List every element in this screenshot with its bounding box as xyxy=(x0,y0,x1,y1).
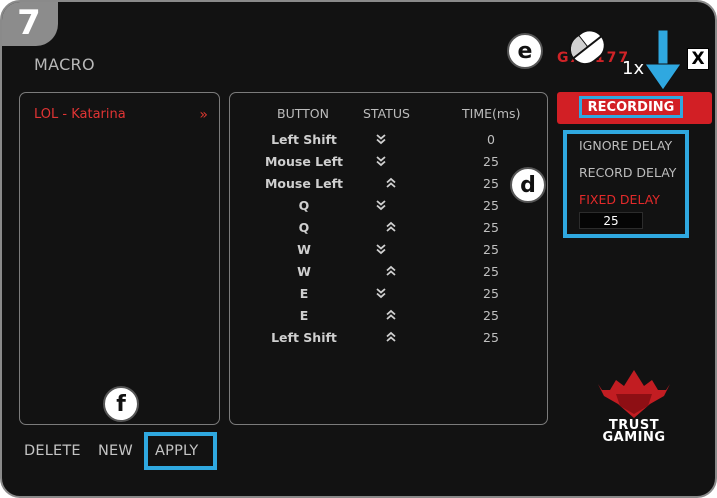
double-chevron-down-icon xyxy=(375,287,387,299)
record-delay-option[interactable]: RECORD DELAY xyxy=(579,165,676,180)
fixed-delay-input[interactable]: 25 xyxy=(579,212,643,229)
callout-badge-f: f xyxy=(103,386,139,422)
step-button: E xyxy=(299,286,309,301)
step-time: 25 xyxy=(483,308,499,323)
step-time: 25 xyxy=(483,220,499,235)
new-button[interactable]: NEW xyxy=(98,443,133,459)
recording-button[interactable]: RECORDING xyxy=(557,92,712,124)
column-header-button: BUTTON xyxy=(277,106,329,121)
step-time: 25 xyxy=(483,154,499,169)
step-button: Left Shift xyxy=(271,330,337,345)
macro-steps-panel: BUTTON STATUS TIME(ms) Left Shift 0 Mouse … xyxy=(229,92,548,425)
delay-options-group: IGNORE DELAY RECORD DELAY FIXED DELAY 25 xyxy=(563,130,689,238)
step-time: 25 xyxy=(483,330,499,345)
step-button: Mouse Left xyxy=(264,154,344,169)
step-button: E xyxy=(299,308,309,323)
macro-window: 7 MACRO LOL - Katarina » BUTTON STATUS T… xyxy=(0,0,717,498)
double-chevron-up-icon xyxy=(385,309,397,321)
mouse-icon xyxy=(560,26,616,70)
double-chevron-up-icon xyxy=(385,221,397,233)
step-time: 25 xyxy=(483,198,499,213)
ignore-delay-option[interactable]: IGNORE DELAY xyxy=(579,138,672,153)
double-chevron-down-icon xyxy=(375,243,387,255)
step-button: Left Shift xyxy=(271,132,337,147)
step-button: W xyxy=(297,264,311,279)
fixed-delay-option[interactable]: FIXED DELAY xyxy=(579,192,660,207)
double-chevron-down-icon xyxy=(375,133,387,145)
step-button: Q xyxy=(298,220,310,235)
macro-name: LOL - Katarina xyxy=(34,107,126,122)
double-chevron-right-icon: » xyxy=(199,107,208,123)
step-button: Mouse Left xyxy=(264,176,344,191)
trust-gaming-logo: TRUST GAMING xyxy=(574,360,694,450)
page-title: MACRO xyxy=(34,55,95,74)
page-number-tab: 7 xyxy=(2,2,58,46)
click-count-label: 1x xyxy=(622,58,645,79)
close-button[interactable]: X xyxy=(687,48,709,70)
callout-badge-e: e xyxy=(507,33,543,69)
double-chevron-up-icon xyxy=(385,265,397,277)
macro-list-item[interactable]: LOL - Katarina » xyxy=(34,107,208,123)
double-chevron-down-icon xyxy=(375,155,387,167)
step-time: 0 xyxy=(487,132,495,147)
step-time: 25 xyxy=(483,242,499,257)
apply-button[interactable]: APPLY xyxy=(155,443,198,459)
recording-label: RECORDING xyxy=(579,96,683,118)
step-button: W xyxy=(297,242,311,257)
double-chevron-up-icon xyxy=(385,177,397,189)
arrow-down-icon xyxy=(643,29,683,92)
step-time: 25 xyxy=(483,286,499,301)
macro-list-panel: LOL - Katarina » xyxy=(19,92,220,425)
step-time: 25 xyxy=(483,176,499,191)
callout-badge-d: d xyxy=(510,167,546,203)
page-number: 7 xyxy=(17,3,41,43)
column-header-status: STATUS xyxy=(363,106,410,121)
double-chevron-down-icon xyxy=(375,199,387,211)
delete-button[interactable]: DELETE xyxy=(24,443,81,459)
step-button: Q xyxy=(298,198,310,213)
step-time: 25 xyxy=(483,264,499,279)
column-header-time: TIME(ms) xyxy=(462,106,521,121)
double-chevron-up-icon xyxy=(385,331,397,343)
logo-line-2: GAMING xyxy=(602,430,666,445)
